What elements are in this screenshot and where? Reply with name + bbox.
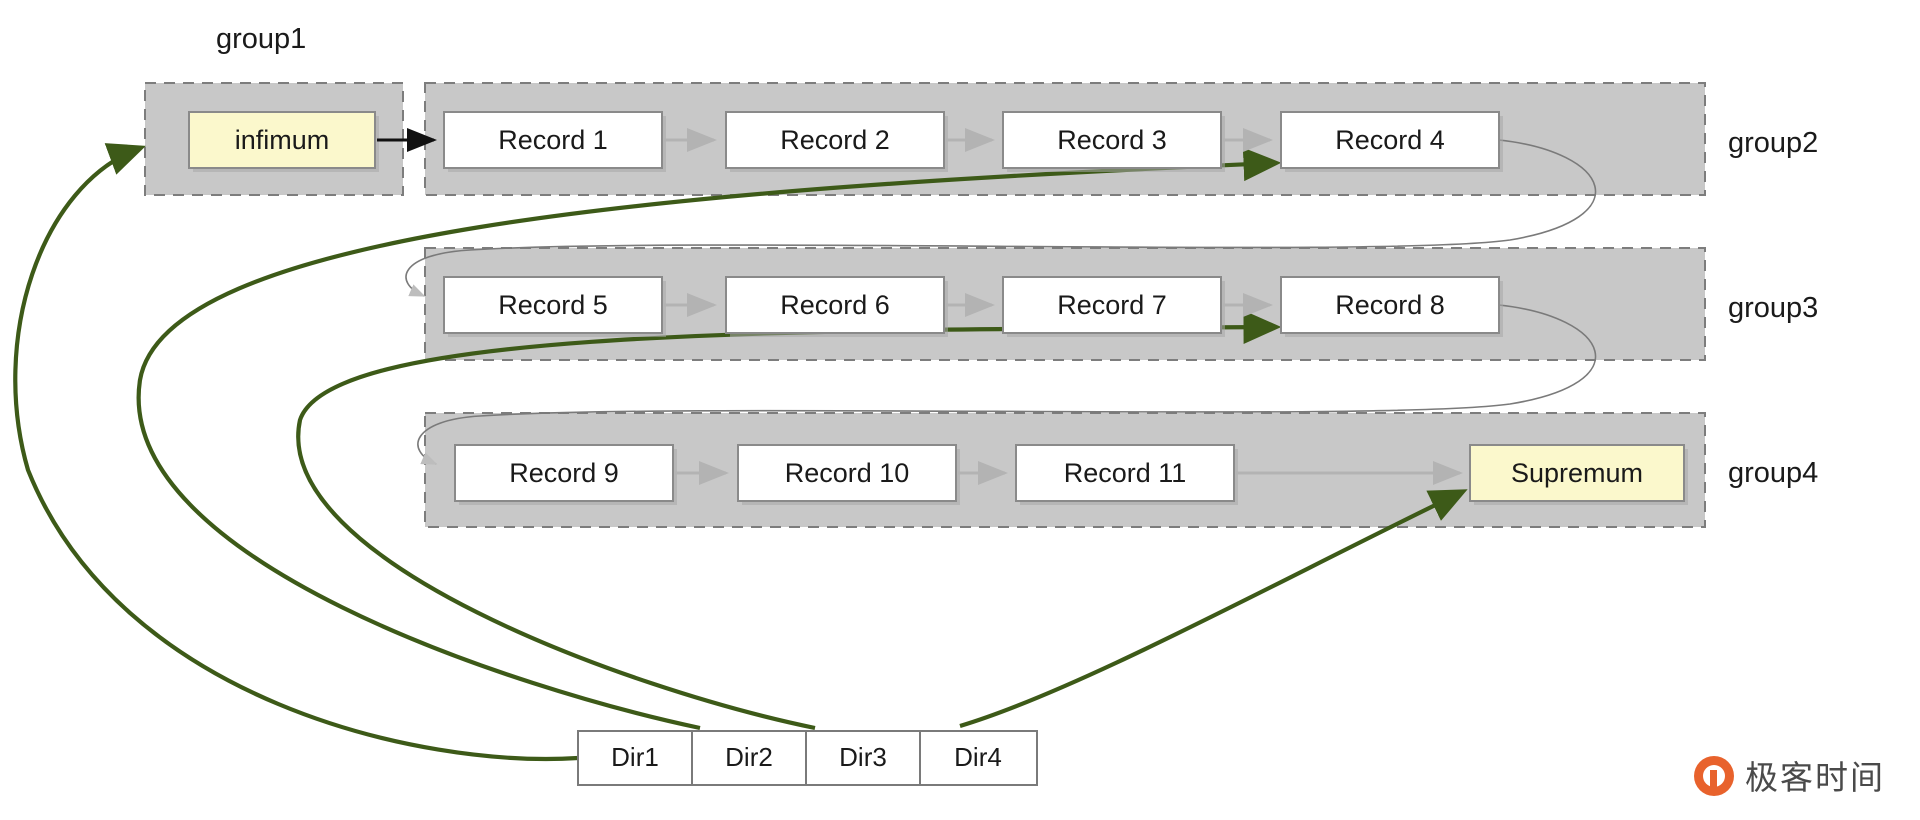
record8-label: Record 8 <box>1335 290 1445 320</box>
infimum-label: infimum <box>235 125 330 155</box>
record1-label: Record 1 <box>498 125 608 155</box>
record9-label: Record 9 <box>509 458 619 488</box>
dir4-label: Dir4 <box>954 742 1002 772</box>
diagram-canvas: infimum Record 1 Record 2 Record 3 Recor… <box>0 0 1920 820</box>
page-directory: Dir1 Dir2 Dir3 Dir4 <box>577 730 1038 786</box>
record3-label: Record 3 <box>1057 125 1167 155</box>
group2-label: group2 <box>1728 127 1818 159</box>
row-group4: Record 9 Record 10 Record 11 Supremum <box>454 444 1688 505</box>
dir2-label: Dir2 <box>725 742 773 772</box>
group3-label: group3 <box>1728 292 1818 324</box>
watermark: 极客时间 <box>1694 756 1885 797</box>
record4-label: Record 4 <box>1335 125 1445 155</box>
record5-label: Record 5 <box>498 290 608 320</box>
group4-label: group4 <box>1728 457 1818 489</box>
record7-label: Record 7 <box>1057 290 1167 320</box>
page-structure-diagram: infimum Record 1 Record 2 Record 3 Recor… <box>13 23 1885 797</box>
supremum-label: Supremum <box>1511 458 1643 488</box>
record10-label: Record 10 <box>785 458 910 488</box>
record11-label: Record 11 <box>1064 458 1187 488</box>
group1-label: group1 <box>216 23 306 55</box>
record6-label: Record 6 <box>780 290 890 320</box>
record2-label: Record 2 <box>780 125 890 155</box>
dir3-label: Dir3 <box>839 742 887 772</box>
geektime-logo-stem <box>1710 770 1717 792</box>
watermark-label: 极客时间 <box>1745 758 1885 797</box>
dir-pointer-dir3-to-record8 <box>296 310 1282 731</box>
dir1-label: Dir1 <box>611 742 659 772</box>
